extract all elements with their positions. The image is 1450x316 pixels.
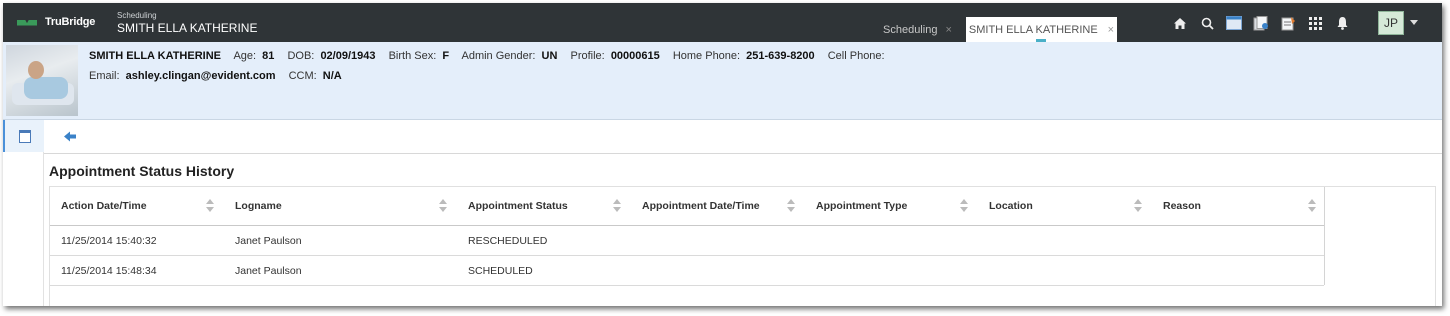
user-avatar[interactable]: JP bbox=[1378, 11, 1404, 35]
email-value: ashley.clingan@evident.com bbox=[125, 70, 276, 82]
module-name: Scheduling bbox=[117, 11, 157, 20]
cell-phone-label: Cell Phone: bbox=[827, 50, 885, 62]
dob-value: 02/09/1943 bbox=[320, 50, 376, 62]
top-bar: TruBridge Scheduling SMITH ELLA KATHERIN… bbox=[3, 3, 1442, 42]
table-right-border bbox=[1324, 187, 1325, 285]
sort-icon[interactable] bbox=[1308, 199, 1316, 213]
birth-sex-value: F bbox=[442, 50, 450, 62]
profile-value: 00000615 bbox=[610, 50, 660, 62]
table-row[interactable]: 11/25/2014 15:48:34 Janet Paulson SCHEDU… bbox=[50, 256, 1324, 286]
search-icon[interactable] bbox=[1198, 15, 1216, 31]
column-header-appointment-status[interactable]: Appointment Status bbox=[468, 187, 568, 225]
cell-appointment-status: RESCHEDULED bbox=[468, 234, 548, 247]
close-icon[interactable]: × bbox=[945, 24, 951, 36]
age-value: 81 bbox=[262, 50, 275, 62]
ccm-value: N/A bbox=[322, 70, 342, 82]
brand-name: TruBridge bbox=[45, 16, 96, 28]
notes-icon[interactable] bbox=[1279, 15, 1297, 31]
cell-logname: Janet Paulson bbox=[235, 234, 302, 247]
ccm-label: CCM: bbox=[288, 70, 317, 82]
column-header-location[interactable]: Location bbox=[989, 187, 1033, 225]
dob-label: DOB: bbox=[287, 50, 315, 62]
birth-sex-label: Birth Sex: bbox=[388, 50, 437, 62]
brand-logo[interactable]: TruBridge bbox=[17, 16, 95, 28]
page-toolbar bbox=[44, 120, 1442, 154]
tab-label: SMITH ELLA KATHERINE bbox=[968, 23, 1098, 36]
table-row[interactable]: 11/25/2014 15:40:32 Janet Paulson RESCHE… bbox=[50, 226, 1324, 256]
nav-calendar-item[interactable] bbox=[3, 120, 44, 152]
patient-info-line-2: Email: ashley.clingan@evident.com CCM: N… bbox=[89, 70, 352, 82]
app-window: TruBridge Scheduling SMITH ELLA KATHERIN… bbox=[3, 3, 1442, 306]
column-header-reason[interactable]: Reason bbox=[1163, 187, 1201, 225]
home-phone-value: 251-639-8200 bbox=[746, 50, 815, 62]
sort-icon[interactable] bbox=[439, 199, 447, 213]
calendar-icon[interactable] bbox=[1225, 15, 1243, 31]
toolbar-icons bbox=[1171, 15, 1351, 31]
patient-info-line-1: SMITH ELLA KATHERINE Age: 81 DOB: 02/09/… bbox=[89, 50, 888, 62]
patient-photo bbox=[6, 45, 78, 116]
left-nav bbox=[3, 120, 44, 306]
table-header: Action Date/Time Logname Appointment Sta… bbox=[50, 187, 1324, 226]
profile-label: Profile: bbox=[570, 50, 605, 62]
sort-icon[interactable] bbox=[787, 199, 795, 213]
patient-banner: SMITH ELLA KATHERINE Age: 81 DOB: 02/09/… bbox=[3, 42, 1442, 120]
tab-scheduling[interactable]: Scheduling × bbox=[883, 17, 965, 42]
column-header-appointment-type[interactable]: Appointment Type bbox=[816, 187, 907, 225]
close-icon[interactable]: × bbox=[1108, 24, 1114, 36]
patient-name: SMITH ELLA KATHERINE bbox=[89, 50, 221, 62]
cell-appointment-status: SCHEDULED bbox=[468, 264, 533, 277]
home-icon[interactable] bbox=[1171, 15, 1189, 31]
cell-logname: Janet Paulson bbox=[235, 264, 302, 277]
sort-icon[interactable] bbox=[613, 199, 621, 213]
home-phone-label: Home Phone: bbox=[672, 50, 741, 62]
age-label: Age: bbox=[233, 50, 257, 62]
admin-gender-label: Admin Gender: bbox=[461, 50, 536, 62]
back-arrow-icon[interactable] bbox=[64, 130, 77, 145]
breadcrumb: Scheduling SMITH ELLA KATHERINE bbox=[117, 11, 257, 36]
sort-icon[interactable] bbox=[206, 199, 214, 213]
email-label: Email: bbox=[89, 70, 120, 82]
sort-icon[interactable] bbox=[1134, 199, 1142, 213]
cell-action-datetime: 11/25/2014 15:40:32 bbox=[61, 234, 157, 247]
cell-action-datetime: 11/25/2014 15:48:34 bbox=[61, 264, 157, 277]
apps-grid-icon[interactable] bbox=[1306, 15, 1324, 31]
admin-gender-value: UN bbox=[541, 50, 558, 62]
chevron-down-icon[interactable] bbox=[1410, 20, 1418, 25]
sort-icon[interactable] bbox=[960, 199, 968, 213]
bell-icon[interactable] bbox=[1333, 15, 1351, 31]
tab-label: Scheduling bbox=[883, 23, 938, 36]
documents-icon[interactable] bbox=[1252, 15, 1270, 31]
breadcrumb-patient-name: SMITH ELLA KATHERINE bbox=[117, 21, 258, 35]
page-title: Appointment Status History bbox=[49, 163, 235, 179]
tab-patient[interactable]: SMITH ELLA KATHERINE × bbox=[966, 17, 1117, 42]
calendar-icon bbox=[18, 129, 31, 143]
column-header-appointment-datetime[interactable]: Appointment Date/Time bbox=[642, 187, 760, 225]
trubridge-logo-icon bbox=[17, 17, 37, 28]
column-header-action-date[interactable]: Action Date/Time bbox=[61, 187, 147, 225]
column-header-logname[interactable]: Logname bbox=[235, 187, 282, 225]
